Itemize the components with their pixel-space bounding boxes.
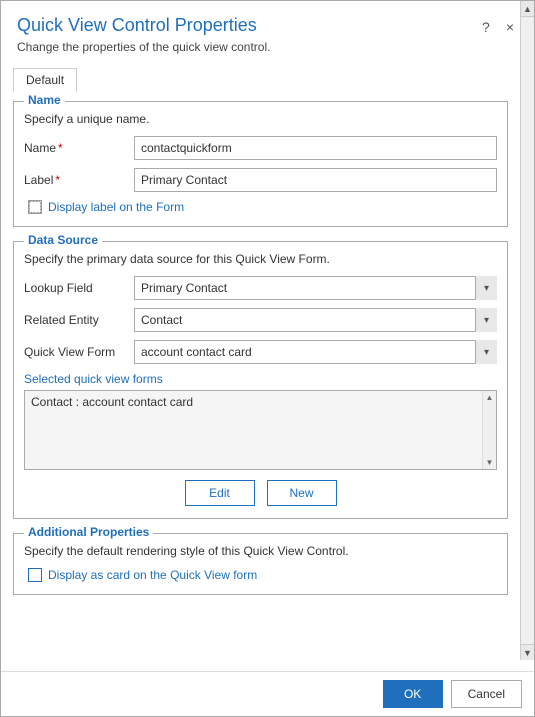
display-as-card-row: Display as card on the Quick View form	[28, 568, 497, 582]
scroll-up-icon[interactable]: ▲	[521, 1, 534, 17]
related-entity-label: Related Entity	[24, 313, 134, 327]
quick-view-form-label: Quick View Form	[24, 345, 134, 359]
name-input[interactable]	[134, 136, 497, 160]
label-required-star: *	[55, 173, 60, 187]
additional-section-legend: Additional Properties	[24, 525, 153, 539]
label-label: Label*	[24, 173, 134, 187]
dialog-title: Quick View Control Properties	[17, 15, 478, 36]
data-source-description: Specify the primary data source for this…	[24, 252, 497, 266]
new-button[interactable]: New	[267, 480, 337, 506]
selected-forms-scroll-down-icon[interactable]: ▼	[486, 458, 494, 467]
lookup-field-select-wrapper: Primary Contact ▾	[134, 276, 497, 300]
name-section-description: Specify a unique name.	[24, 112, 497, 126]
display-as-card-wrapper[interactable]: Display as card on the Quick View form	[28, 568, 257, 582]
tab-default[interactable]: Default	[13, 68, 77, 92]
related-entity-row: Related Entity Contact ▾	[24, 308, 497, 332]
tab-bar: Default	[13, 68, 508, 91]
selected-forms-scrollbar: ▲ ▼	[482, 391, 496, 469]
display-label-checkbox-wrapper[interactable]: Display label on the Form	[28, 200, 184, 214]
selected-forms-label: Selected quick view forms	[24, 372, 497, 386]
name-required-star: *	[58, 141, 63, 155]
name-section-content: Specify a unique name. Name* Label*	[24, 102, 497, 214]
dialog-header: Quick View Control Properties Change the…	[1, 1, 534, 60]
selected-forms-item: Contact : account contact card	[25, 391, 496, 413]
additional-section-content: Specify the default rendering style of t…	[24, 534, 497, 582]
data-source-content: Specify the primary data source for this…	[24, 242, 497, 506]
dialog-header-icons: ? ×	[478, 17, 518, 37]
lookup-field-select[interactable]: Primary Contact	[134, 276, 497, 300]
display-label-checkbox-box	[28, 200, 42, 214]
edit-button[interactable]: Edit	[185, 480, 255, 506]
label-input[interactable]	[134, 168, 497, 192]
data-source-section: Data Source Specify the primary data sou…	[13, 241, 508, 519]
name-row: Name*	[24, 136, 497, 160]
ok-button[interactable]: OK	[383, 680, 443, 708]
name-section-legend: Name	[24, 93, 65, 107]
close-button[interactable]: ×	[502, 17, 518, 37]
related-entity-select-wrapper: Contact ▾	[134, 308, 497, 332]
display-as-card-label: Display as card on the Quick View form	[48, 568, 257, 582]
dialog-footer: OK Cancel	[1, 671, 534, 716]
scroll-down-icon[interactable]: ▼	[521, 644, 534, 660]
quick-view-form-row: Quick View Form account contact card ▾	[24, 340, 497, 364]
display-label-row: Display label on the Form	[28, 200, 497, 214]
quick-view-form-select-wrapper: account contact card ▾	[134, 340, 497, 364]
outer-scrollbar: ▲ ▼	[520, 1, 534, 660]
related-entity-select[interactable]: Contact	[134, 308, 497, 332]
data-source-legend: Data Source	[24, 233, 102, 247]
display-label-text: Display label on the Form	[48, 200, 184, 214]
dialog-subtitle: Change the properties of the quick view …	[17, 40, 478, 54]
additional-section-description: Specify the default rendering style of t…	[24, 544, 497, 558]
help-button[interactable]: ?	[478, 17, 494, 37]
lookup-field-row: Lookup Field Primary Contact ▾	[24, 276, 497, 300]
lookup-field-label: Lookup Field	[24, 281, 134, 295]
cancel-button[interactable]: Cancel	[451, 680, 522, 708]
checkbox-icon	[29, 201, 41, 213]
display-as-card-checkbox	[28, 568, 42, 582]
selected-forms-scroll-up-icon[interactable]: ▲	[486, 393, 494, 402]
dialog-container: Quick View Control Properties Change the…	[0, 0, 535, 717]
edit-new-row: Edit New	[24, 480, 497, 506]
selected-forms-box: Contact : account contact card ▲ ▼	[24, 390, 497, 470]
name-section: Name Specify a unique name. Name* Label*	[13, 101, 508, 227]
dialog-title-area: Quick View Control Properties Change the…	[17, 15, 478, 54]
dialog-body: Default Name Specify a unique name. Name…	[1, 60, 534, 671]
additional-section: Additional Properties Specify the defaul…	[13, 533, 508, 595]
label-row: Label*	[24, 168, 497, 192]
quick-view-form-select[interactable]: account contact card	[134, 340, 497, 364]
name-label: Name*	[24, 141, 134, 155]
